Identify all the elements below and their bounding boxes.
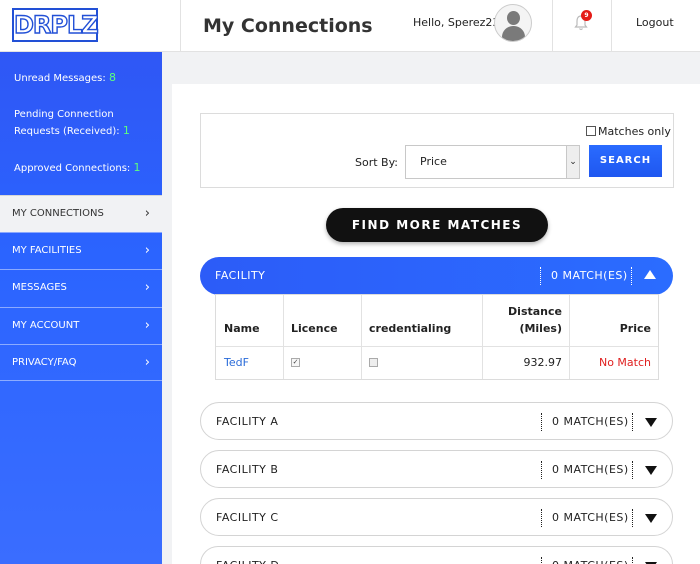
sidebar-item-privacy-faq[interactable]: PRIVACY/FAQ › [0, 344, 162, 381]
accordion-title: FACILITY B [216, 463, 279, 476]
column-header-distance[interactable]: Distance [506, 305, 562, 318]
sidebar-item-label: PRIVACY/FAQ [12, 357, 77, 368]
match-count: 0 MATCH(ES) [552, 511, 629, 524]
column-divider [283, 295, 284, 379]
divider [632, 461, 633, 479]
match-count: 0 MATCH(ES) [552, 547, 629, 564]
divider [541, 461, 542, 479]
divider [632, 557, 633, 564]
chevron-right-icon: › [144, 243, 150, 258]
search-button[interactable]: SEARCH [589, 145, 662, 177]
accordion-facility-c[interactable]: FACILITY C 0 MATCH(ES) [200, 498, 673, 536]
sidebar-item-label: MY ACCOUNT [12, 320, 80, 331]
caret-down-icon[interactable] [645, 418, 657, 427]
column-header-credentialing[interactable]: credentialing [369, 322, 451, 335]
divider [540, 267, 541, 285]
accordion-facility-a[interactable]: FACILITY A 0 MATCH(ES) [200, 402, 673, 440]
logout-link[interactable]: Logout [636, 16, 674, 29]
caret-down-icon[interactable] [645, 514, 657, 523]
stat-unread-messages[interactable]: Unread Messages: 8 [14, 70, 116, 87]
matches-only-label: Matches only [598, 125, 671, 138]
sort-by-select[interactable]: Price ⌄ [405, 145, 580, 179]
column-header-distance-unit: (Miles) [519, 322, 562, 335]
page-title: My Connections [203, 15, 373, 37]
chevron-right-icon: › [144, 280, 150, 295]
matches-only-checkbox[interactable] [586, 126, 596, 136]
user-greeting: Hello, Sperez23 [413, 16, 500, 29]
accordion-title: FACILITY D [216, 547, 279, 564]
stat-value: 1 [122, 124, 130, 137]
chevron-right-icon: › [144, 355, 150, 370]
column-header-licence[interactable]: Licence [291, 322, 338, 335]
stat-label: Unread Messages: [14, 73, 106, 84]
sort-by-label: Sort By: [355, 156, 399, 169]
filter-box: Matches only Sort By: Price ⌄ SEARCH [200, 113, 674, 188]
sort-by-value: Price [420, 155, 447, 168]
match-count: 0 MATCH(ES) [552, 415, 629, 428]
column-divider [569, 295, 570, 379]
caret-up-icon[interactable] [644, 270, 656, 279]
accordion-facility-d[interactable]: FACILITY D 0 MATCH(ES) [200, 546, 673, 564]
top-header: DRPLZ My Connections Hello, Sperez23 9 L… [0, 0, 700, 52]
accordion-title: FACILITY A [216, 415, 279, 428]
divider [632, 413, 633, 431]
caret-down-icon[interactable] [645, 466, 657, 475]
credentialing-unchecked-icon [369, 358, 378, 367]
table-cell-name[interactable]: TedF [224, 356, 249, 369]
stat-pending-requests[interactable]: Pending Connection Requests (Received): … [14, 107, 134, 140]
accordion-title: FACILITY [215, 269, 266, 282]
sidebar-item-label: MESSAGES [12, 282, 67, 293]
logo[interactable]: DRPLZ [12, 8, 99, 42]
matches-only-toggle[interactable]: Matches only [586, 125, 671, 138]
stat-value: 1 [133, 161, 141, 174]
sidebar-item-my-connections[interactable]: MY CONNECTIONS › [0, 195, 162, 232]
column-header-price[interactable]: Price [576, 322, 651, 335]
notification-badge: 9 [581, 10, 592, 21]
avatar-head [507, 11, 520, 25]
column-divider [482, 295, 483, 379]
sidebar-item-label: MY CONNECTIONS [12, 208, 104, 219]
stat-value: 8 [108, 71, 116, 84]
column-divider [361, 295, 362, 379]
find-more-matches-button[interactable]: FIND MORE MATCHES [326, 208, 548, 242]
table-cell-price: No Match [598, 356, 651, 369]
divider [541, 509, 542, 527]
header-divider [552, 0, 553, 52]
sidebar-item-my-account[interactable]: MY ACCOUNT › [0, 307, 162, 344]
logo-area: DRPLZ [0, 0, 181, 52]
sidebar-item-messages[interactable]: MESSAGES › [0, 269, 162, 306]
row-divider [216, 346, 658, 347]
accordion-title: FACILITY C [216, 511, 279, 524]
match-count: 0 MATCH(ES) [551, 269, 628, 282]
divider [541, 413, 542, 431]
divider [632, 509, 633, 527]
accordion-facility[interactable]: FACILITY 0 MATCH(ES) [200, 257, 673, 295]
stat-approved-connections[interactable]: Approved Connections: 1 [14, 160, 141, 177]
stat-label: Approved Connections: [14, 163, 131, 174]
logo-text: DRPLZ [13, 10, 99, 39]
chevron-down-icon: ⌄ [566, 146, 579, 178]
accordion-facility-b[interactable]: FACILITY B 0 MATCH(ES) [200, 450, 673, 488]
licence-checked-icon: ✓ [291, 358, 300, 367]
header-divider [611, 0, 612, 52]
sidebar-item-label: MY FACILITIES [12, 245, 82, 256]
avatar-body [502, 26, 525, 41]
table-cell-distance: 932.97 [523, 356, 563, 369]
stat-label: Pending Connection Requests (Received): [14, 109, 120, 137]
column-header-name[interactable]: Name [224, 322, 260, 335]
sidebar-item-my-facilities[interactable]: MY FACILITIES › [0, 232, 162, 269]
avatar[interactable] [494, 4, 532, 42]
chevron-right-icon: › [144, 318, 150, 333]
chevron-right-icon: › [144, 206, 150, 221]
divider [631, 267, 632, 285]
sidebar: Unread Messages: 8 Pending Connection Re… [0, 52, 162, 564]
match-count: 0 MATCH(ES) [552, 463, 629, 476]
connections-table: Name Licence credentialing Distance (Mil… [215, 294, 659, 380]
divider [541, 557, 542, 564]
